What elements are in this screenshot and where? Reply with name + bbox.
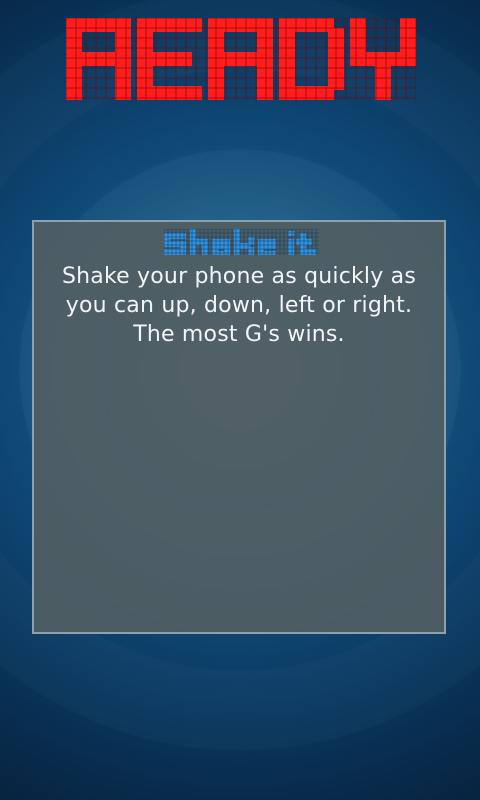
instructions-line-1: Shake your phone as quickly as [61,264,417,289]
ready-title: READY [66,18,416,100]
instructions-panel: Shake it Shake your phone as quickly as … [32,220,446,634]
shake-it-heading-text: Shake it [164,255,165,256]
instructions-line-2: you can up, down, left or right. [65,293,413,318]
ready-title-text: READY [66,100,67,101]
instructions-message: Shake your phone as quickly as you can u… [44,262,434,349]
shake-it-heading: Shake it [164,229,319,255]
ready-title-graphic [66,18,416,100]
instructions-line-3: The most G's wins. [133,322,345,347]
shake-it-heading-graphic [164,229,319,255]
